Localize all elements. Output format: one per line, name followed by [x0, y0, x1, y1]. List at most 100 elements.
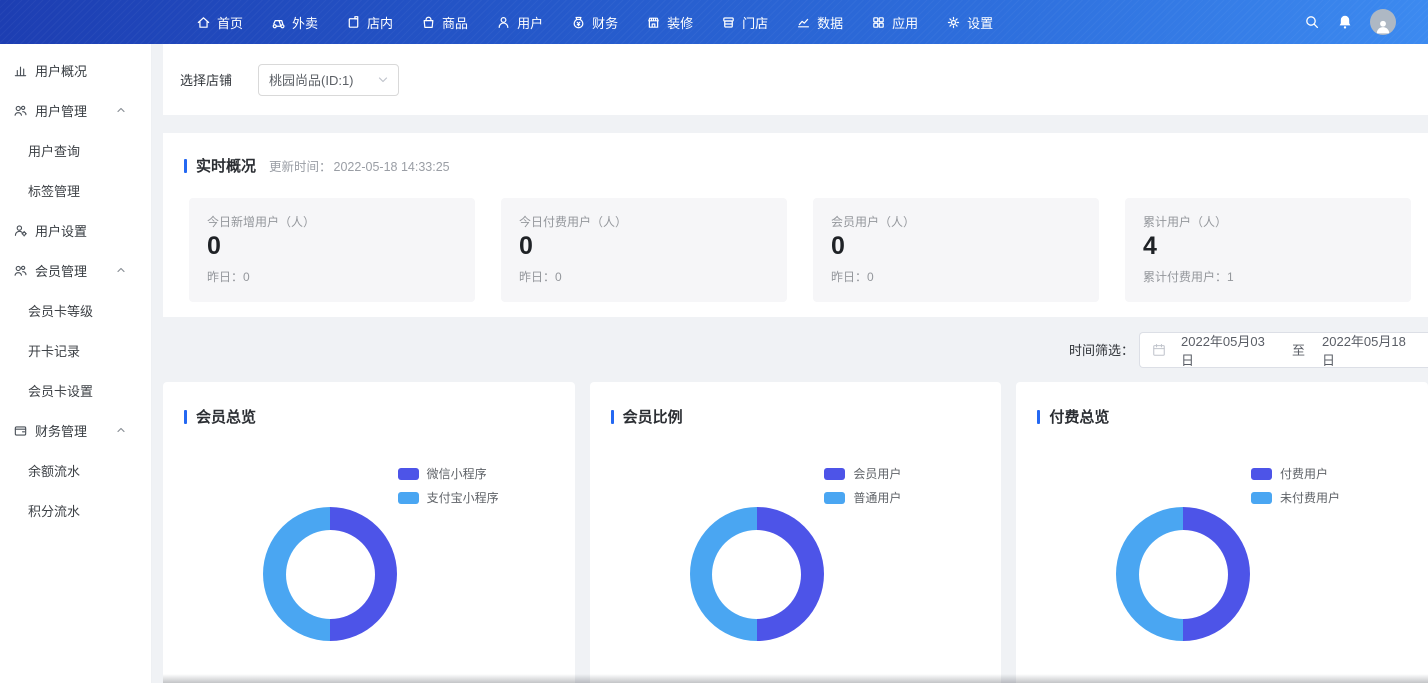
sidebar-item-user-settings[interactable]: 用户设置 — [0, 210, 151, 250]
chevron-down-icon — [378, 75, 388, 85]
legend-label: 付费用户 — [1280, 465, 1328, 482]
legend-item[interactable]: 未付费用户 — [1251, 489, 1340, 506]
search-icon[interactable] — [1304, 14, 1320, 30]
legend-swatch — [1251, 492, 1272, 504]
legend-swatch — [824, 492, 845, 504]
store-select[interactable]: 桃园尚品(ID:1) — [258, 64, 399, 96]
legend-item[interactable]: 支付宝小程序 — [398, 489, 499, 506]
legend-label: 支付宝小程序 — [427, 489, 499, 506]
chart-header: 会员比例 — [590, 382, 1002, 427]
time-filter-row: 时间筛选： 2022年05月03日 至 2022年05月18日 — [163, 317, 1428, 382]
chart-title: 会员总览 — [196, 406, 256, 427]
date-range-picker[interactable]: 2022年05月03日 至 2022年05月18日 — [1139, 332, 1428, 368]
sidebar-item-card-open-records[interactable]: 开卡记录 — [0, 330, 151, 370]
sidebar-group-finance-management[interactable]: 财务管理 — [0, 410, 151, 450]
realtime-overview-panel: 实时概况 更新时间：2022-05-18 14:33:25 今日新增用户（人） … — [163, 133, 1428, 317]
chart-header: 会员总览 — [163, 382, 575, 427]
stat-card-total-users: 累计用户（人） 4 累计付费用户：1 — [1125, 198, 1411, 302]
sidebar-item-label: 用户查询 — [28, 141, 80, 160]
nav-item-label: 店内 — [367, 13, 393, 32]
nav-menu: 首页 外卖 店内 商品 用户 财务 装修 门店 — [196, 0, 993, 44]
nav-item-label: 门店 — [742, 13, 768, 32]
title-accent-bar — [184, 410, 187, 424]
nav-item-finance[interactable]: 财务 — [571, 0, 618, 44]
sidebar-item-member-card-level[interactable]: 会员卡等级 — [0, 290, 151, 330]
avatar[interactable] — [1370, 9, 1396, 35]
nav-item-label: 首页 — [217, 13, 243, 32]
wallet-icon — [13, 423, 28, 438]
top-navbar: 首页 外卖 店内 商品 用户 财务 装修 门店 — [0, 0, 1428, 44]
chevron-up-icon — [116, 105, 126, 115]
instore-icon — [346, 15, 361, 30]
legend-label: 微信小程序 — [427, 465, 487, 482]
users-icon — [13, 103, 28, 118]
nav-right-actions — [1304, 0, 1396, 44]
main-content: 选择店铺 桃园尚品(ID:1) 实时概况 更新时间：2022-05-18 14:… — [152, 44, 1428, 683]
sidebar-item-label: 标签管理 — [28, 181, 80, 200]
stat-label: 今日付费用户（人） — [519, 213, 769, 230]
date-separator: 至 — [1292, 340, 1305, 359]
chart-legend: 微信小程序 支付宝小程序 — [398, 465, 499, 506]
title-accent-bar — [1037, 410, 1040, 424]
nav-item-shop[interactable]: 门店 — [721, 0, 768, 44]
nav-item-home[interactable]: 首页 — [196, 0, 243, 44]
settings-icon — [946, 15, 961, 30]
sidebar: 用户概况 用户管理 用户查询 标签管理 用户设置 会员管理 会员卡等级 开卡记录… — [0, 44, 152, 683]
nav-item-label: 外卖 — [292, 13, 318, 32]
nav-item-instore[interactable]: 店内 — [346, 0, 393, 44]
stat-sub: 累计付费用户：1 — [1143, 268, 1393, 285]
legend-item[interactable]: 会员用户 — [824, 465, 901, 482]
nav-item-decorate[interactable]: 装修 — [646, 0, 693, 44]
charts-row: 会员总览 微信小程序 支付宝小程序 会员比例 — [163, 382, 1428, 683]
calendar-icon — [1152, 343, 1166, 357]
nav-item-settings[interactable]: 设置 — [946, 0, 993, 44]
stat-value: 0 — [519, 233, 769, 261]
store-select-label: 选择店铺 — [180, 70, 232, 89]
sidebar-item-member-card-settings[interactable]: 会员卡设置 — [0, 370, 151, 410]
stat-sub: 昨日：0 — [831, 268, 1081, 285]
sidebar-item-label: 余额流水 — [28, 461, 80, 480]
data-icon — [796, 15, 811, 30]
stat-sub: 昨日：0 — [519, 268, 769, 285]
stat-label: 会员用户（人） — [831, 213, 1081, 230]
sidebar-item-user-search[interactable]: 用户查询 — [0, 130, 151, 170]
nav-item-apps[interactable]: 应用 — [871, 0, 918, 44]
time-filter-label: 时间筛选： — [1069, 340, 1134, 359]
stat-card-member-users: 会员用户（人） 0 昨日：0 — [813, 198, 1099, 302]
bell-icon[interactable] — [1337, 14, 1353, 30]
sidebar-item-user-overview[interactable]: 用户概况 — [0, 50, 151, 90]
nav-item-user[interactable]: 用户 — [496, 0, 543, 44]
sidebar-item-label: 开卡记录 — [28, 341, 80, 360]
end-date: 2022年05月18日 — [1322, 331, 1416, 369]
decorate-icon — [646, 15, 661, 30]
legend-item[interactable]: 微信小程序 — [398, 465, 499, 482]
stat-card-new-users-today: 今日新增用户（人） 0 昨日：0 — [189, 198, 475, 302]
users-icon — [13, 263, 28, 278]
sidebar-item-label: 会员卡设置 — [28, 381, 93, 400]
sidebar-item-points-flow[interactable]: 积分流水 — [0, 490, 151, 530]
chart-legend: 会员用户 普通用户 — [824, 465, 901, 506]
chevron-up-icon — [116, 425, 126, 435]
legend-swatch — [398, 492, 419, 504]
donut-chart — [263, 507, 397, 641]
sidebar-group-user-management[interactable]: 用户管理 — [0, 90, 151, 130]
nav-item-label: 数据 — [817, 13, 843, 32]
sidebar-item-label: 用户概况 — [35, 61, 87, 80]
title-accent-bar — [611, 410, 614, 424]
chart-header: 付费总览 — [1016, 382, 1428, 427]
spacer — [163, 115, 1428, 133]
goods-icon — [421, 15, 436, 30]
nav-item-delivery[interactable]: 外卖 — [271, 0, 318, 44]
nav-item-data[interactable]: 数据 — [796, 0, 843, 44]
donut-chart — [1116, 507, 1250, 641]
sidebar-group-member-management[interactable]: 会员管理 — [0, 250, 151, 290]
nav-item-goods[interactable]: 商品 — [421, 0, 468, 44]
legend-label: 未付费用户 — [1280, 489, 1340, 506]
sidebar-item-tag-management[interactable]: 标签管理 — [0, 170, 151, 210]
sidebar-item-balance-flow[interactable]: 余额流水 — [0, 450, 151, 490]
user-icon — [496, 15, 511, 30]
legend-item[interactable]: 付费用户 — [1251, 465, 1340, 482]
shop-icon — [721, 15, 736, 30]
chart-legend: 付费用户 未付费用户 — [1251, 465, 1340, 506]
legend-item[interactable]: 普通用户 — [824, 489, 901, 506]
